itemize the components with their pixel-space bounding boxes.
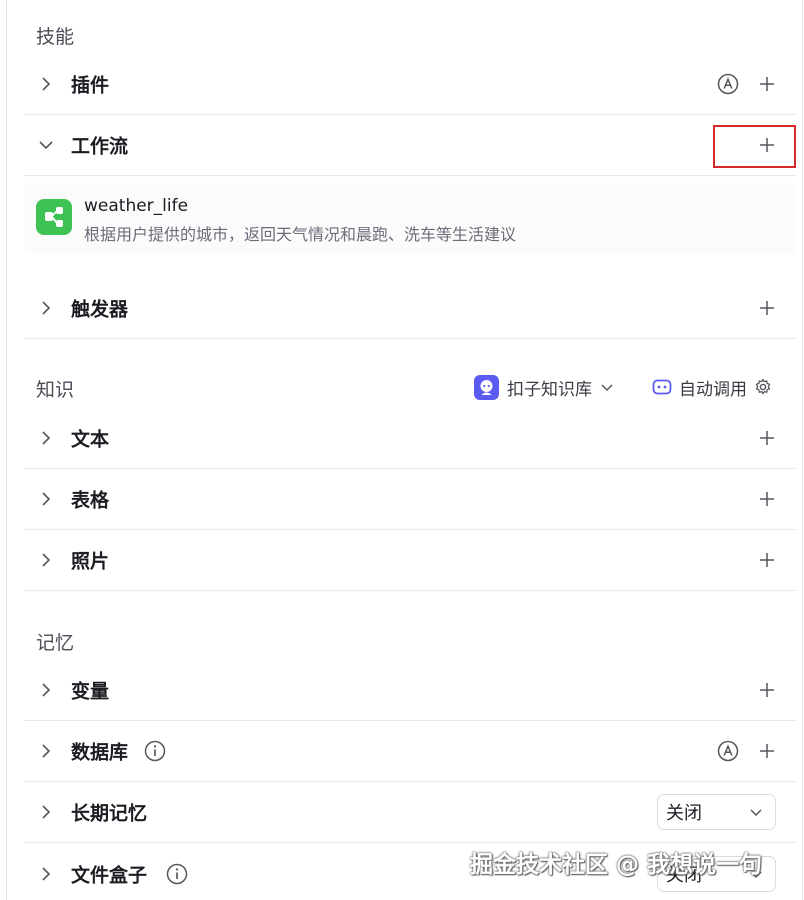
workflow-label: 工作流 <box>71 135 129 158</box>
workflow-logo-icon <box>36 199 72 235</box>
workflow-item-card[interactable]: weather_life 根据用户提供的城市，返回天气情况和晨跑、洗车等生活建议 <box>24 183 796 253</box>
long-term-memory-row[interactable]: 长期记忆 关闭 <box>24 782 796 843</box>
auto-mode-icon[interactable] <box>717 73 739 95</box>
chevron-right-icon[interactable] <box>38 300 54 316</box>
workflow-name: weather_life <box>84 196 189 216</box>
chevron-right-icon[interactable] <box>38 682 54 698</box>
long-term-memory-value: 关闭 <box>666 803 702 824</box>
add-table-icon[interactable] <box>758 490 776 508</box>
variable-row[interactable]: 变量 <box>24 660 796 721</box>
text-row[interactable]: 文本 <box>24 408 796 469</box>
workflow-row[interactable]: 工作流 <box>24 115 796 176</box>
kb-selector[interactable]: 扣子知识库 <box>474 374 614 400</box>
knowledge-heading: 知识 <box>36 379 75 401</box>
table-row[interactable]: 表格 <box>24 469 796 530</box>
chevron-right-icon[interactable] <box>38 76 54 92</box>
add-database-icon[interactable] <box>758 742 776 760</box>
long-term-memory-label: 长期记忆 <box>71 802 148 825</box>
add-text-icon[interactable] <box>758 429 776 447</box>
chevron-down-icon[interactable] <box>38 137 54 153</box>
add-plugin-icon[interactable] <box>758 75 776 93</box>
text-label: 文本 <box>71 428 110 451</box>
database-label: 数据库 <box>71 741 129 764</box>
watermark: 掘金技术社区 @ 我想说一句 <box>470 852 763 878</box>
long-term-memory-select[interactable]: 关闭 <box>657 794 776 830</box>
variable-label: 变量 <box>71 680 110 703</box>
photo-label: 照片 <box>71 550 110 573</box>
chevron-down-icon <box>750 809 762 817</box>
skills-heading: 技能 <box>36 26 75 48</box>
auto-call-setting[interactable]: 自动调用 <box>652 374 772 400</box>
highlight-box <box>713 125 796 168</box>
info-icon[interactable] <box>166 863 188 885</box>
database-row[interactable]: 数据库 <box>24 721 796 782</box>
auto-mode-icon[interactable] <box>717 740 739 762</box>
add-variable-icon[interactable] <box>758 681 776 699</box>
chevron-right-icon[interactable] <box>38 743 54 759</box>
add-trigger-icon[interactable] <box>758 299 776 317</box>
trigger-label: 触发器 <box>71 298 129 321</box>
chevron-right-icon[interactable] <box>38 552 54 568</box>
add-photo-icon[interactable] <box>758 551 776 569</box>
plugin-label: 插件 <box>71 74 110 97</box>
workflow-description: 根据用户提供的城市，返回天气情况和晨跑、洗车等生活建议 <box>84 225 517 244</box>
file-box-label: 文件盒子 <box>71 864 148 886</box>
chevron-right-icon[interactable] <box>38 804 54 820</box>
kb-logo-icon <box>474 374 499 400</box>
memory-heading: 记忆 <box>36 632 75 654</box>
trigger-row[interactable]: 触发器 <box>24 278 796 339</box>
info-icon[interactable] <box>144 740 166 762</box>
chevron-right-icon[interactable] <box>38 430 54 446</box>
kb-selector-label: 扣子知识库 <box>507 379 592 400</box>
photo-row[interactable]: 照片 <box>24 530 796 591</box>
chevron-right-icon[interactable] <box>38 491 54 507</box>
plugin-row[interactable]: 插件 <box>24 54 796 115</box>
chevron-right-icon[interactable] <box>38 866 54 882</box>
chevron-down-icon <box>601 384 613 392</box>
auto-call-label: 自动调用 <box>679 379 747 400</box>
bot-icon <box>652 379 672 395</box>
table-label: 表格 <box>71 489 110 512</box>
gear-icon[interactable] <box>754 378 772 396</box>
